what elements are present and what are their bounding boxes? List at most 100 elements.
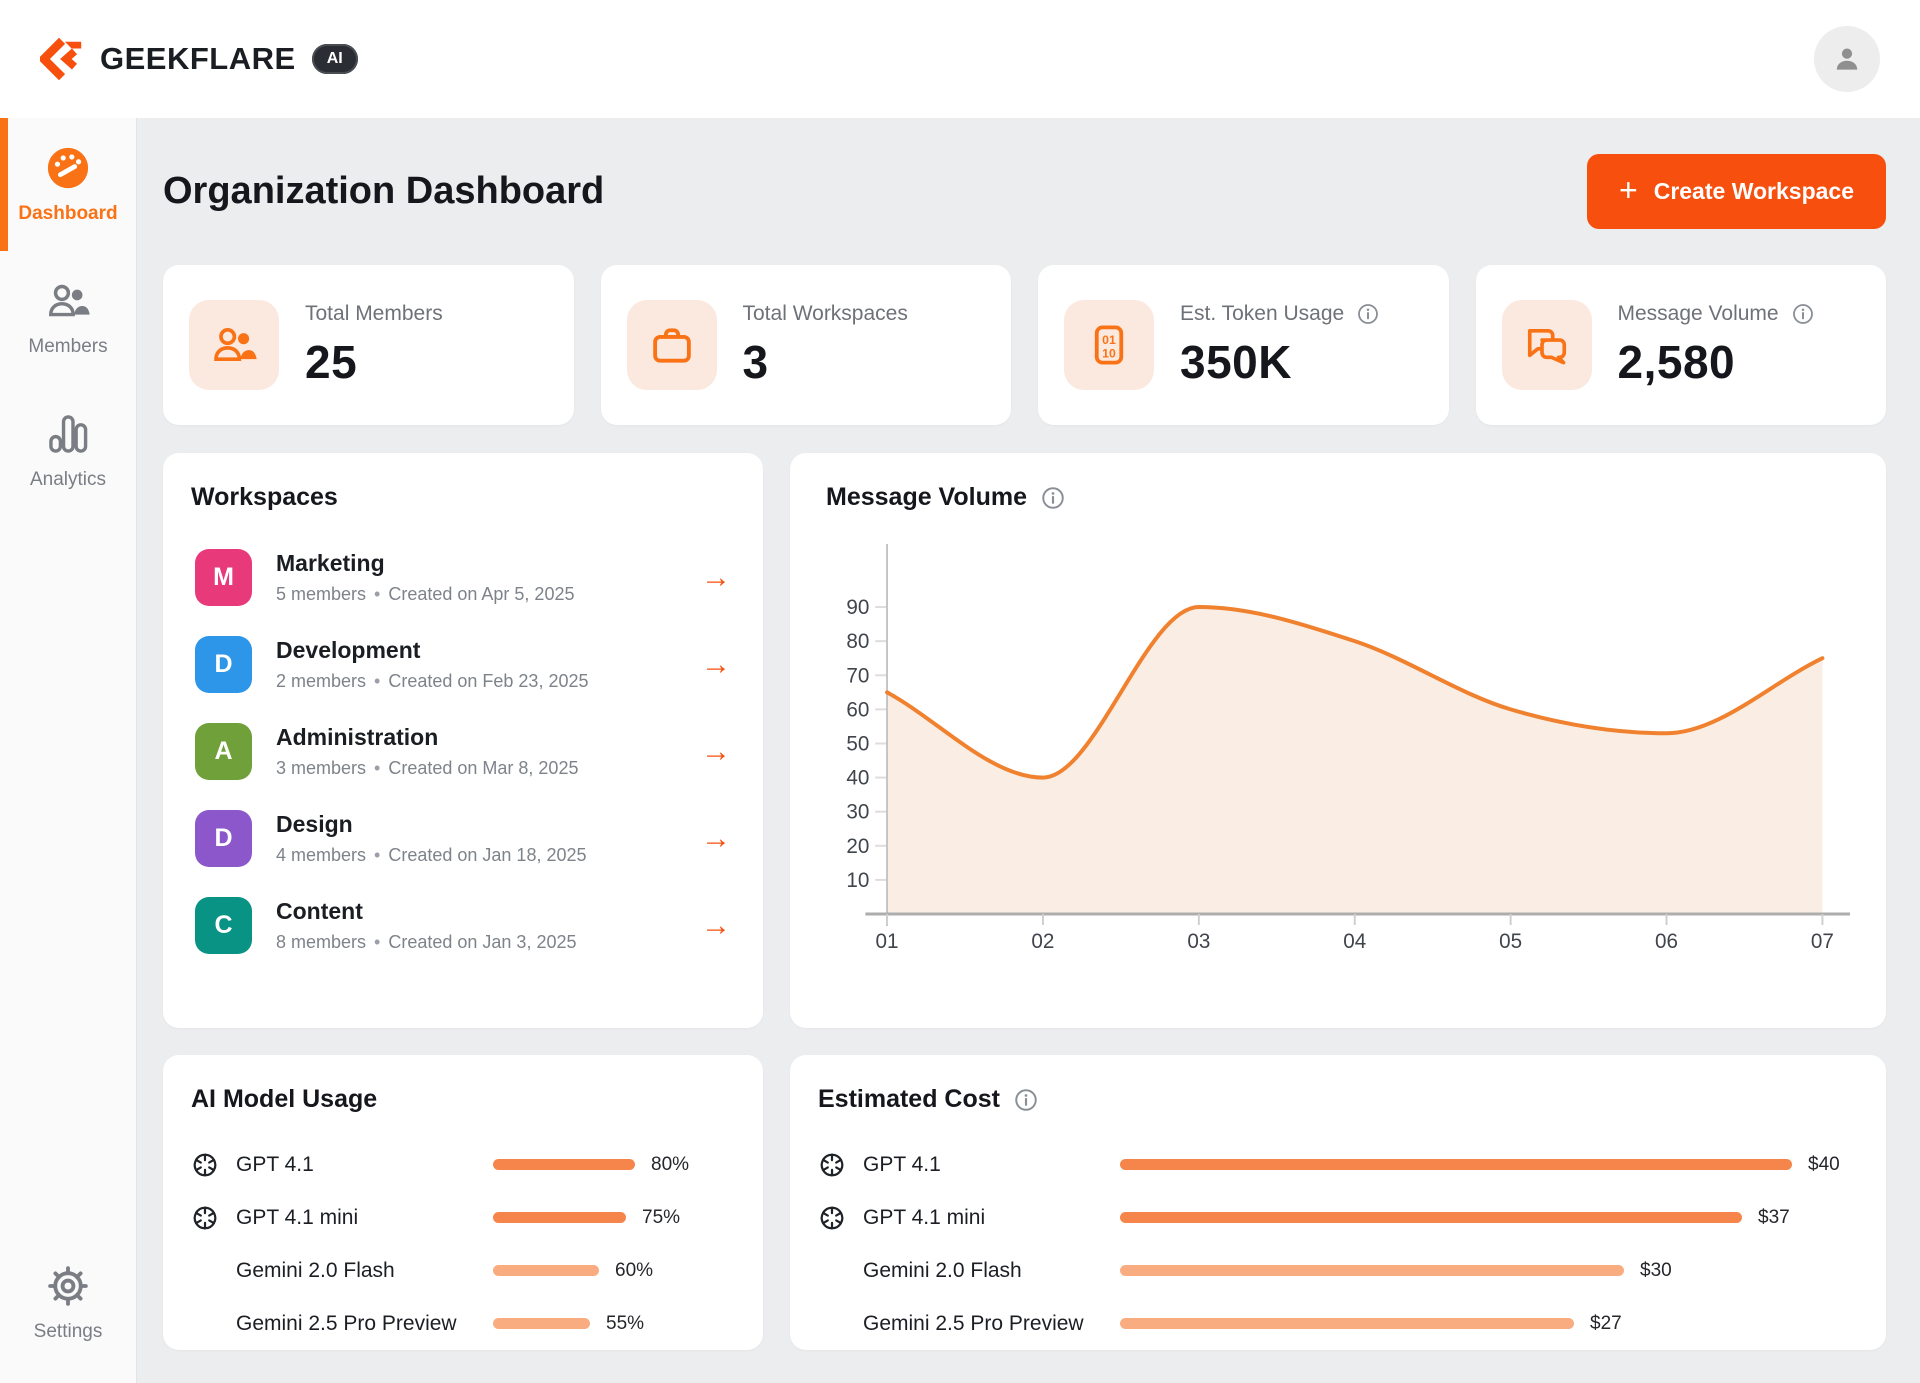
model-bar-value: $40	[1808, 1154, 1840, 1176]
info-icon[interactable]	[1040, 485, 1066, 511]
model-name: Gemini 2.5 Pro Preview	[236, 1312, 457, 1336]
info-icon[interactable]	[1356, 302, 1380, 326]
sidebar-item-label: Dashboard	[18, 203, 117, 225]
workspace-meta: 3 members•Created on Mar 8, 2025	[276, 758, 578, 779]
stat-card: 01 10 Total Members	[163, 265, 574, 425]
message-volume-title: Message Volume	[826, 483, 1027, 512]
workspace-members: 4 members	[276, 845, 366, 865]
x-tick-label: 06	[1655, 930, 1678, 953]
model-bar	[1120, 1212, 1742, 1223]
workspaces-panel: Workspaces M Marketing 5 members•Created…	[163, 453, 763, 1028]
stat-card: 01 10 Total Workspaces	[601, 265, 1012, 425]
y-tick-label: 40	[846, 766, 869, 789]
model-row: Gemini 2.5 Pro Preview $27	[818, 1297, 1858, 1350]
workspace-created: Created on Feb 23, 2025	[388, 671, 588, 691]
create-workspace-button[interactable]: + Create Workspace	[1587, 154, 1886, 229]
model-row: GPT 4.1 80%	[191, 1138, 735, 1191]
stat-icon-box: 01 10	[1064, 300, 1154, 390]
sidebar-item-dashboard[interactable]: Dashboard	[0, 118, 136, 251]
workspace-created: Created on Jan 18, 2025	[388, 845, 586, 865]
sidebar: Dashboard Members Analytics	[0, 118, 137, 1383]
stat-value: 2,580	[1618, 335, 1815, 389]
gemini-icon	[191, 1257, 219, 1285]
workspace-meta: 8 members•Created on Jan 3, 2025	[276, 932, 576, 953]
model-row: Gemini 2.5 Pro Preview 55%	[191, 1297, 735, 1350]
openai-icon	[818, 1204, 846, 1232]
workspace-row[interactable]: D Development 2 members•Created on Feb 2…	[191, 621, 735, 708]
stat-label: Total Members	[305, 302, 443, 326]
stat-card: 01 10 Est. Token Usage	[1038, 265, 1449, 425]
workspace-badge: D	[195, 810, 252, 867]
x-tick-label: 02	[1031, 930, 1054, 953]
workspace-name: Content	[276, 898, 576, 925]
workspace-row[interactable]: C Content 8 members•Created on Jan 3, 20…	[191, 882, 735, 969]
model-bar	[493, 1212, 626, 1223]
x-tick-label: 03	[1187, 930, 1210, 953]
geekflare-logo[interactable]: GEEKFLARE AI	[40, 36, 358, 82]
model-name: GPT 4.1	[863, 1153, 941, 1177]
arrow-right-icon[interactable]: →	[701, 824, 731, 854]
members-icon	[44, 277, 92, 325]
ai-model-usage-panel: AI Model Usage	[163, 1055, 763, 1350]
model-name: GPT 4.1 mini	[236, 1206, 358, 1230]
sidebar-item-label: Members	[28, 336, 107, 358]
workspace-name: Development	[276, 637, 589, 664]
model-bar-value: 55%	[606, 1313, 644, 1335]
dashboard-icon	[44, 144, 92, 192]
arrow-right-icon[interactable]: →	[701, 650, 731, 680]
stat-label: Est. Token Usage	[1180, 302, 1344, 326]
model-name: GPT 4.1	[236, 1153, 314, 1177]
sidebar-item-members[interactable]: Members	[0, 251, 136, 384]
estimated-cost-rows: GPT 4.1 $40	[818, 1138, 1858, 1350]
model-bar	[1120, 1265, 1624, 1276]
token-binary-icon: 01 10	[1086, 322, 1132, 368]
ai-model-usage-rows: GPT 4.1 80%	[191, 1138, 735, 1350]
model-row: GPT 4.1 mini $37	[818, 1191, 1858, 1244]
workspace-row[interactable]: D Design 4 members•Created on Jan 18, 20…	[191, 795, 735, 882]
briefcase-icon	[649, 322, 695, 368]
workspace-created: Created on Jan 3, 2025	[388, 932, 576, 952]
model-name: GPT 4.1 mini	[863, 1206, 985, 1230]
workspace-meta: 5 members•Created on Apr 5, 2025	[276, 584, 574, 605]
info-icon[interactable]	[1013, 1087, 1039, 1113]
model-bar-value: 80%	[651, 1154, 689, 1176]
sidebar-item-analytics[interactable]: Analytics	[0, 384, 136, 517]
model-bar-value: $30	[1640, 1260, 1672, 1282]
stat-value: 25	[305, 335, 443, 389]
workspace-row[interactable]: A Administration 3 members•Created on Ma…	[191, 708, 735, 795]
info-icon[interactable]	[1791, 302, 1815, 326]
chat-bubbles-icon	[1524, 322, 1570, 368]
estimated-cost-title: Estimated Cost	[818, 1085, 1000, 1114]
y-tick-label: 90	[846, 596, 869, 619]
x-tick-label: 05	[1499, 930, 1522, 953]
create-workspace-label: Create Workspace	[1654, 178, 1854, 205]
workspaces-title: Workspaces	[191, 483, 338, 512]
sidebar-item-settings[interactable]: Settings	[0, 1236, 136, 1369]
workspace-row[interactable]: M Marketing 5 members•Created on Apr 5, …	[191, 534, 735, 621]
model-name: Gemini 2.0 Flash	[863, 1259, 1022, 1283]
x-tick-label: 01	[876, 930, 899, 953]
members-stat-icon	[211, 322, 257, 368]
openai-icon	[191, 1204, 219, 1232]
arrow-right-icon[interactable]: →	[701, 563, 731, 593]
plus-icon: +	[1619, 172, 1638, 209]
model-bar-value: 60%	[615, 1260, 653, 1282]
user-avatar[interactable]	[1814, 26, 1880, 92]
arrow-right-icon[interactable]: →	[701, 911, 731, 941]
brand-name: GEEKFLARE	[100, 41, 296, 77]
model-name: Gemini 2.0 Flash	[236, 1259, 395, 1283]
openai-icon	[191, 1151, 219, 1179]
y-tick-label: 30	[846, 801, 869, 824]
arrow-right-icon[interactable]: →	[701, 737, 731, 767]
model-bar-value: $37	[1758, 1207, 1790, 1229]
gemini-icon	[191, 1310, 219, 1338]
person-icon	[1830, 42, 1864, 76]
x-tick-label: 07	[1811, 930, 1834, 953]
model-bar-value: 75%	[642, 1207, 680, 1229]
sidebar-item-label: Analytics	[30, 469, 106, 491]
workspace-meta: 4 members•Created on Jan 18, 2025	[276, 845, 587, 866]
dot-separator: •	[374, 584, 380, 604]
svg-text:01: 01	[1102, 333, 1116, 347]
stat-icon-box: 01 10	[189, 300, 279, 390]
ai-model-usage-title: AI Model Usage	[191, 1085, 377, 1114]
